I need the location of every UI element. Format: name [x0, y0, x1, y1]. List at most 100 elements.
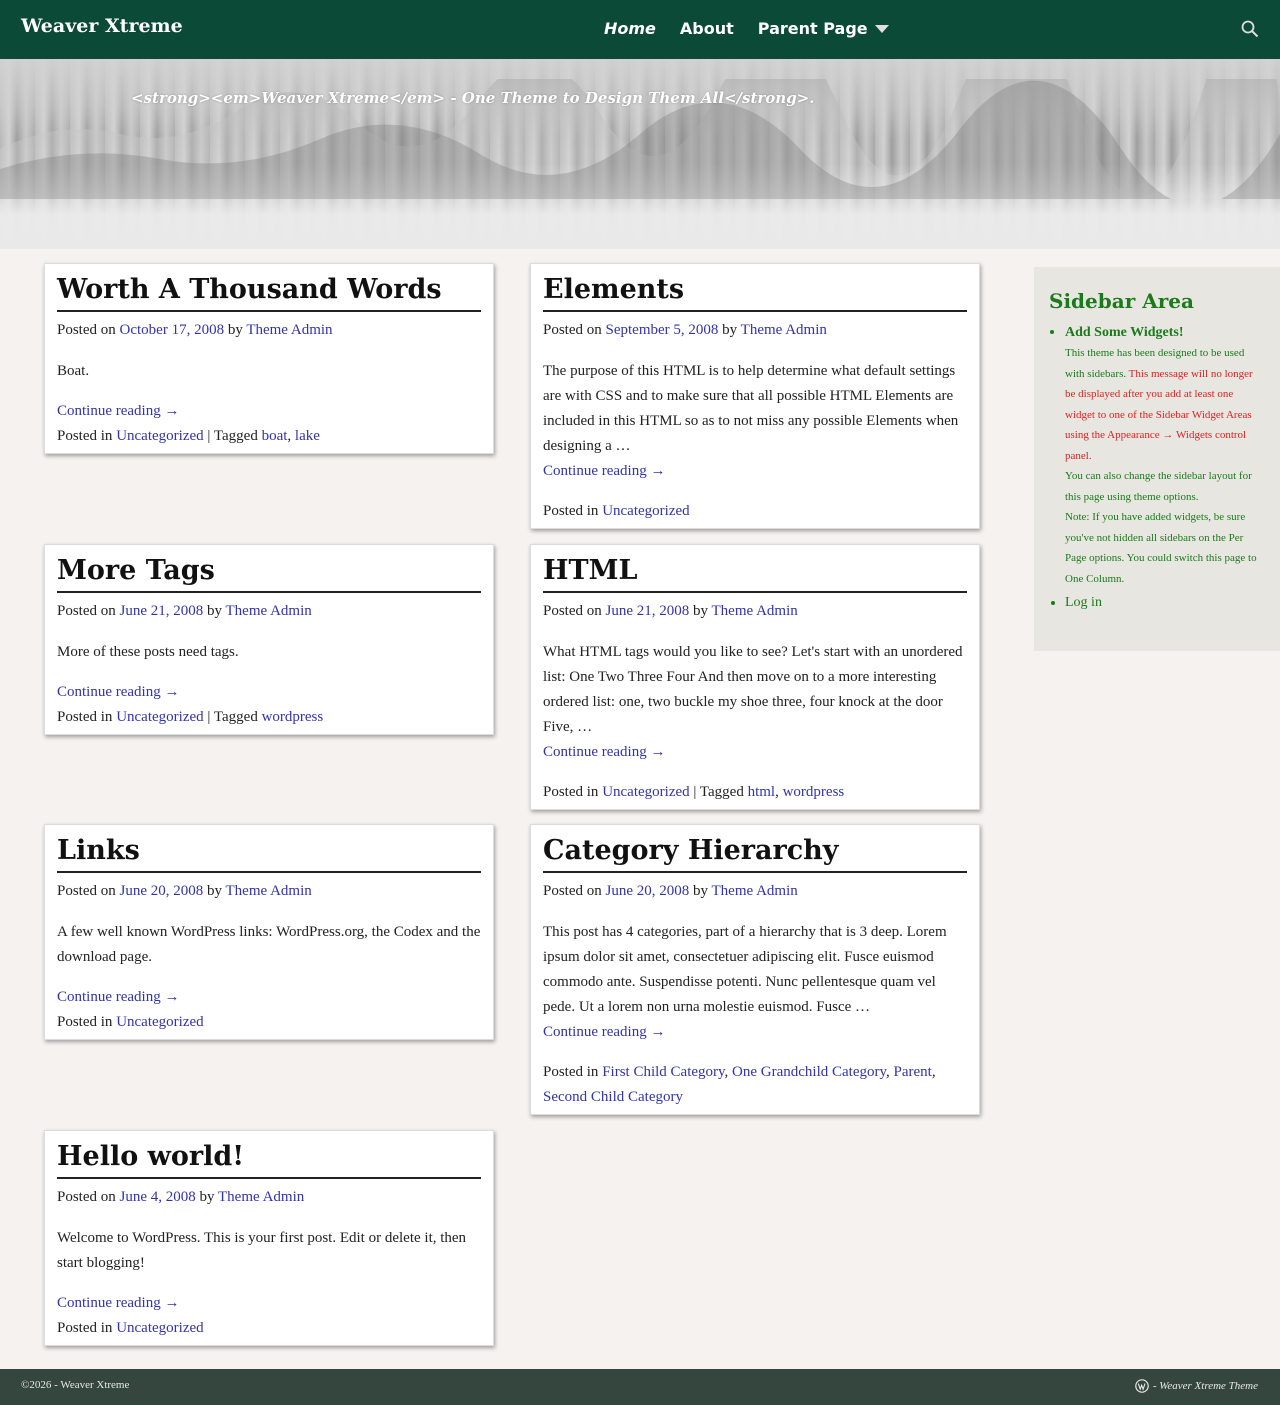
sidebar-title: Sidebar Area: [1049, 289, 1194, 313]
posted-on-label: Posted on: [57, 603, 116, 619]
post-meta: Posted on June 21, 2008 by Theme Admin: [57, 599, 481, 624]
post-author-link[interactable]: Theme Admin: [246, 322, 332, 338]
tag-link[interactable]: boat: [262, 428, 288, 444]
tag-link[interactable]: wordpress: [783, 784, 845, 800]
category-link[interactable]: Uncategorized: [116, 709, 203, 725]
login-link[interactable]: Log in: [1065, 595, 1102, 610]
sidebar-area: Sidebar Area Add Some Widgets! This them…: [1034, 267, 1280, 651]
post-card: Worth A Thousand Words Posted on October…: [44, 263, 494, 454]
search-icon[interactable]: [1241, 20, 1259, 38]
tagged-label: Tagged: [699, 784, 744, 800]
tag-link[interactable]: html: [748, 784, 776, 800]
continue-reading-link[interactable]: Continue reading →: [57, 684, 179, 700]
main-menu: Home About Parent Page: [604, 19, 889, 38]
site-tagline: <strong><em>Weaver Xtreme</em> - One The…: [131, 89, 815, 107]
post-excerpt: A few well known WordPress links: WordPr…: [57, 924, 481, 965]
post-title[interactable]: HTML: [543, 553, 967, 593]
category-link[interactable]: Second Child Category: [543, 1089, 683, 1105]
post-footer-meta: Posted in Uncategorized: [543, 499, 967, 524]
post-title[interactable]: More Tags: [57, 553, 481, 593]
chevron-down-icon[interactable]: [874, 24, 889, 33]
post-title[interactable]: Hello world!: [57, 1139, 481, 1179]
category-link[interactable]: One Grandchild Category: [732, 1064, 886, 1080]
category-link[interactable]: Uncategorized: [116, 428, 203, 444]
category-link[interactable]: Uncategorized: [602, 784, 689, 800]
category-link[interactable]: Parent: [894, 1064, 932, 1080]
posted-on-label: Posted on: [543, 883, 602, 899]
continue-reading-link[interactable]: Continue reading →: [57, 1295, 179, 1311]
category-link[interactable]: First Child Category: [602, 1064, 724, 1080]
post-footer-meta: Posted in Uncategorized | Tagged wordpre…: [57, 705, 481, 730]
post-date-link[interactable]: June 21, 2008: [606, 603, 690, 619]
sidebar-item-login[interactable]: Log in: [1065, 595, 1265, 611]
post-footer-meta: Posted in Uncategorized | Tagged boat, l…: [57, 428, 320, 444]
category-link[interactable]: Uncategorized: [602, 503, 689, 519]
post-title[interactable]: Category Hierarchy: [543, 833, 967, 873]
post-date-link[interactable]: September 5, 2008: [606, 322, 719, 338]
posted-in-label: Posted in: [57, 428, 113, 444]
header-image: <strong><em>Weaver Xtreme</em> - One The…: [0, 59, 1280, 249]
posted-on-label: Posted on: [57, 322, 116, 338]
tagged-label: Tagged: [213, 428, 258, 444]
post-meta: Posted on June 21, 2008 by Theme Admin: [543, 599, 967, 624]
post-excerpt: What HTML tags would you like to see? Le…: [543, 644, 963, 735]
wordpress-icon[interactable]: [1135, 1379, 1149, 1393]
tag-link[interactable]: lake: [295, 428, 320, 444]
post-author-link[interactable]: Theme Admin: [712, 883, 798, 899]
post-title[interactable]: Elements: [543, 272, 967, 312]
post-author-link[interactable]: Theme Admin: [741, 322, 827, 338]
post-date-link[interactable]: June 20, 2008: [120, 883, 204, 899]
widget-note-warning: This message will no longer be displayed…: [1065, 367, 1253, 462]
by-label: by: [227, 322, 243, 338]
by-label: by: [207, 883, 223, 899]
continue-reading-link[interactable]: Continue reading →: [543, 1024, 665, 1040]
tag-link[interactable]: wordpress: [262, 709, 324, 725]
by-label: by: [199, 1189, 215, 1205]
post-author-link[interactable]: Theme Admin: [218, 1189, 304, 1205]
post-date-link[interactable]: June 21, 2008: [120, 603, 204, 619]
nav-item-home[interactable]: Home: [604, 19, 656, 38]
post-excerpt: More of these posts need tags.: [57, 644, 239, 660]
nav-item-parent-page-label: Parent Page: [757, 19, 868, 38]
post-title[interactable]: Links: [57, 833, 481, 873]
post-author-link[interactable]: Theme Admin: [226, 603, 312, 619]
nav-item-parent-page[interactable]: Parent Page: [758, 19, 889, 38]
separator: |: [207, 709, 211, 725]
posted-on-label: Posted on: [543, 322, 602, 338]
post-card: Elements Posted on September 5, 2008 by …: [530, 263, 980, 529]
continue-reading-link[interactable]: Continue reading →: [57, 989, 179, 1005]
continue-reading-link[interactable]: Continue reading →: [543, 463, 665, 479]
post-author-link[interactable]: Theme Admin: [226, 883, 312, 899]
post-date-link[interactable]: June 20, 2008: [606, 883, 690, 899]
post-author-link[interactable]: Theme Admin: [712, 603, 798, 619]
separator: |: [693, 784, 697, 800]
post-card: HTML Posted on June 21, 2008 by Theme Ad…: [530, 544, 980, 810]
post-card: Links Posted on June 20, 2008 by Theme A…: [44, 824, 494, 1040]
posted-in-label: Posted in: [57, 709, 113, 725]
widget-notice-text: This theme has been designed to be used …: [1065, 343, 1265, 466]
by-label: by: [722, 322, 738, 338]
post-date-link[interactable]: June 4, 2008: [120, 1189, 196, 1205]
post-title[interactable]: Worth A Thousand Words: [57, 272, 481, 312]
widget-heading: Add Some Widgets!: [1065, 325, 1184, 340]
continue-reading-link[interactable]: Continue reading →: [543, 744, 665, 760]
separator: |: [207, 428, 211, 444]
footer-copyright: ©2026 - Weaver Xtreme: [21, 1379, 130, 1391]
category-link[interactable]: Uncategorized: [116, 1014, 203, 1030]
site-title[interactable]: Weaver Xtreme: [21, 15, 183, 37]
by-label: by: [207, 603, 223, 619]
post-meta: Posted on September 5, 2008 by Theme Adm…: [543, 318, 967, 343]
category-link[interactable]: Uncategorized: [116, 1320, 203, 1336]
post-excerpt: The purpose of this HTML is to help dete…: [543, 363, 959, 454]
nav-item-about[interactable]: About: [680, 19, 734, 38]
theme-credit-link[interactable]: - Weaver Xtreme Theme: [1153, 1380, 1258, 1392]
by-label: by: [693, 603, 709, 619]
top-navbar: Weaver Xtreme Home About Parent Page: [0, 0, 1280, 59]
posted-in-label: Posted in: [543, 503, 599, 519]
post-meta: Posted on June 4, 2008 by Theme Admin: [57, 1185, 481, 1210]
continue-reading-link[interactable]: Continue reading →: [57, 403, 179, 419]
posted-in-label: Posted in: [57, 1320, 113, 1336]
post-date-link[interactable]: October 17, 2008: [120, 322, 225, 338]
post-meta: Posted on June 20, 2008 by Theme Admin: [543, 879, 967, 904]
post-meta: Posted on October 17, 2008 by Theme Admi…: [57, 318, 481, 343]
